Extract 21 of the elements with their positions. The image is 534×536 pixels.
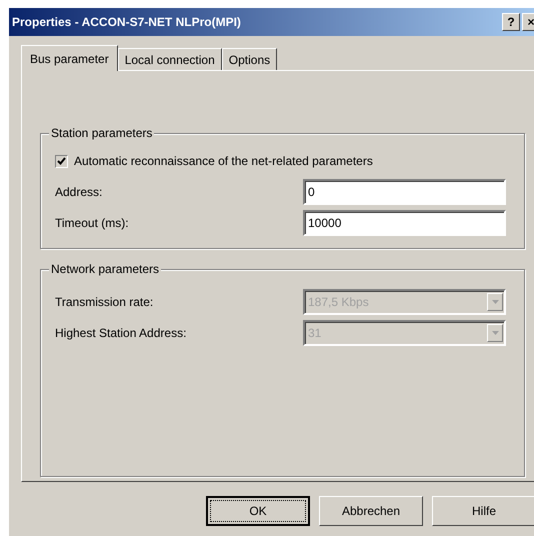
help-button[interactable]: ? (502, 13, 520, 31)
group-title: Network parameters (49, 262, 162, 276)
dialog-button[interactable]: OK (206, 496, 310, 526)
field-label: Highest Station Address: (55, 326, 188, 340)
window-title: Properties - ACCON-S7-NET NLPro(MPI) (12, 15, 242, 29)
dialog-button[interactable]: Hilfe (432, 496, 534, 526)
input-field[interactable]: 0 (303, 178, 506, 204)
field-label: Transmission rate: (55, 294, 154, 308)
dialog-button[interactable]: Abbrechen (319, 496, 423, 526)
dropdown-arrow-icon (492, 300, 498, 304)
tab[interactable]: Bus parameter (21, 45, 118, 71)
tab[interactable]: Options (222, 48, 278, 70)
checkbox[interactable] (55, 154, 68, 168)
checkbox-label: Automatic reconnaissance of the net-related parameters (74, 154, 373, 168)
field-label: Address: (55, 184, 104, 198)
input-field[interactable]: 10000 (303, 210, 506, 236)
close-button[interactable]: × (522, 13, 534, 31)
group-title: Station parameters (49, 126, 154, 140)
dropdown-arrow-icon (492, 330, 498, 334)
field-label: Timeout (ms): (55, 216, 130, 230)
tab[interactable]: Local connection (118, 48, 222, 70)
